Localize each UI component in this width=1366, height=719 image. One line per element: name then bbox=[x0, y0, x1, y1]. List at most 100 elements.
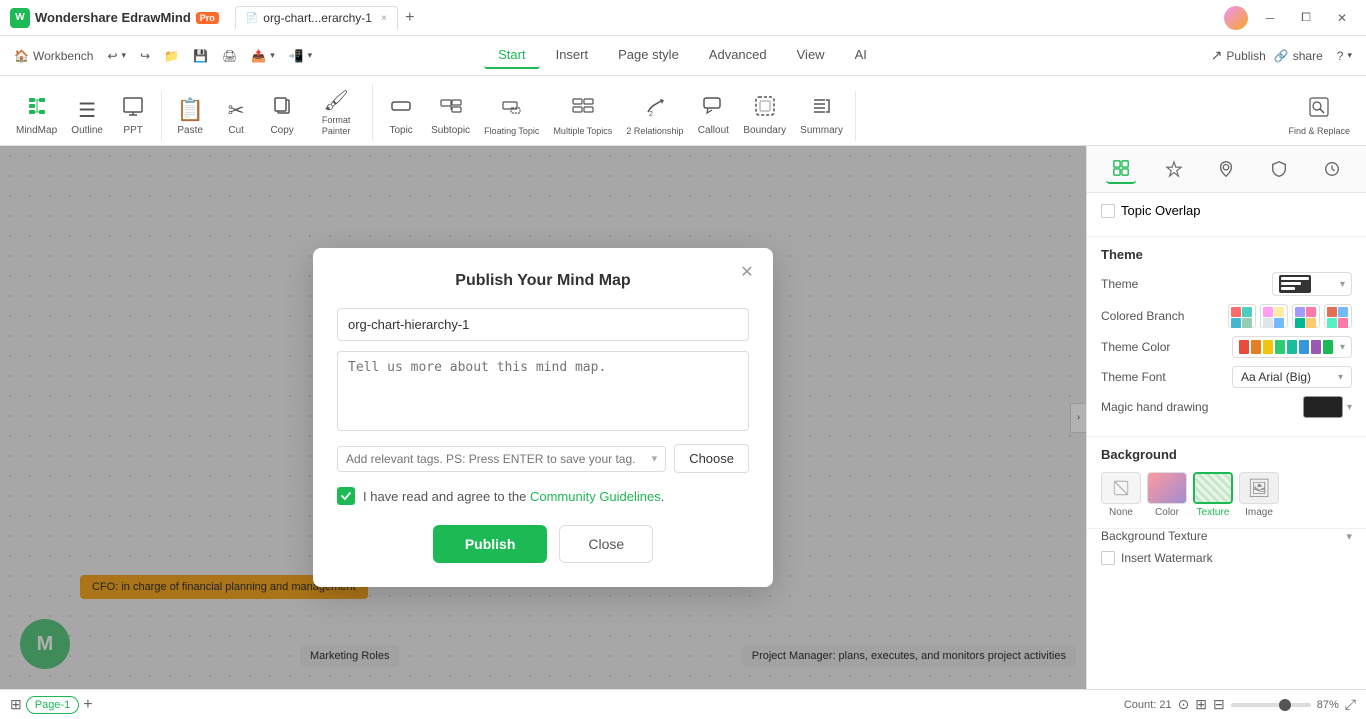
publish-top-button[interactable]: ↗ Publish bbox=[1211, 47, 1266, 64]
redo-button[interactable]: ↪ bbox=[134, 46, 156, 66]
ribbon-floating-topic[interactable]: Floating Topic bbox=[478, 92, 545, 141]
topic-icon bbox=[390, 95, 412, 123]
bg-none-box[interactable] bbox=[1101, 472, 1141, 504]
page-tab[interactable]: Page-1 bbox=[26, 696, 79, 714]
bg-image-label: Image bbox=[1245, 507, 1273, 518]
modal-actions: Publish Close bbox=[337, 525, 749, 563]
agree-checkbox[interactable] bbox=[337, 487, 355, 505]
watermark-checkbox[interactable] bbox=[1101, 551, 1115, 565]
theme-color-row: Theme Color ▾ bbox=[1101, 336, 1352, 358]
bg-image-box[interactable]: 🖼 bbox=[1239, 472, 1279, 504]
fullscreen-icon[interactable]: ⊟ bbox=[1213, 696, 1225, 713]
tc-3 bbox=[1263, 340, 1273, 354]
workbench-label: Workbench bbox=[33, 49, 93, 63]
relationship-label: 2 Relationship bbox=[626, 126, 683, 137]
add-tab-button[interactable]: + bbox=[398, 6, 422, 30]
bg-option-texture[interactable]: Texture bbox=[1193, 472, 1233, 518]
tags-input[interactable] bbox=[346, 452, 652, 466]
color-option-1[interactable] bbox=[1228, 304, 1256, 328]
ribbon-callout[interactable]: Callout bbox=[691, 91, 735, 141]
undo-button[interactable]: ↩ ▾ bbox=[101, 46, 132, 66]
zoom-thumb[interactable] bbox=[1279, 699, 1291, 711]
tab-view[interactable]: View bbox=[783, 42, 839, 69]
redo-icon: ↪ bbox=[140, 49, 150, 63]
ribbon-find-replace[interactable]: Find & Replace bbox=[1282, 92, 1356, 141]
fit-icon[interactable]: ⊙ bbox=[1178, 696, 1190, 713]
ribbon-topic[interactable]: Topic bbox=[379, 91, 423, 141]
bg-option-none[interactable]: None bbox=[1101, 472, 1141, 518]
close-button[interactable]: ✕ bbox=[1328, 4, 1356, 32]
ribbon-cut[interactable]: ✂ Cut bbox=[214, 94, 258, 141]
close-tab-icon[interactable]: × bbox=[381, 13, 387, 24]
publish-top-label: Publish bbox=[1226, 49, 1265, 63]
tab-start[interactable]: Start bbox=[484, 42, 539, 69]
share-toolbar-button[interactable]: 📲 ▾ bbox=[283, 46, 318, 66]
help-button[interactable]: ? ▾ bbox=[1331, 46, 1358, 66]
page-nav: ⊞ Page-1 + bbox=[10, 696, 93, 714]
theme-select[interactable]: ▾ bbox=[1272, 272, 1352, 296]
close-modal-button[interactable]: Close bbox=[559, 525, 653, 563]
panel-icon-clock[interactable] bbox=[1317, 154, 1347, 184]
zoom-slider[interactable] bbox=[1231, 703, 1311, 707]
ribbon-subtopic[interactable]: Subtopic bbox=[425, 91, 476, 141]
texture-label: Background Texture bbox=[1101, 529, 1208, 543]
color-option-3[interactable] bbox=[1292, 304, 1320, 328]
magic-hand-arrow[interactable]: ▾ bbox=[1347, 402, 1352, 413]
ribbon-multiple-topics[interactable]: Multiple Topics bbox=[547, 92, 618, 141]
panel-icon-star[interactable] bbox=[1159, 154, 1189, 184]
maximize-button[interactable]: ⧠ bbox=[1292, 4, 1320, 32]
status-bar: ⊞ Page-1 + Count: 21 ⊙ ⊞ ⊟ 87% ⤢ bbox=[0, 689, 1366, 719]
ribbon-paste[interactable]: 📋 Paste bbox=[168, 93, 212, 141]
color-option-4[interactable] bbox=[1324, 304, 1352, 328]
tags-input-wrap[interactable]: ▾ bbox=[337, 446, 666, 472]
avatar bbox=[1224, 6, 1248, 30]
minimize-button[interactable]: ─ bbox=[1256, 4, 1284, 32]
texture-arrow[interactable]: ▾ bbox=[1346, 530, 1352, 543]
theme-color-select[interactable]: ▾ bbox=[1232, 336, 1352, 358]
color-option-2[interactable] bbox=[1260, 304, 1288, 328]
save-button[interactable]: 💾 bbox=[187, 46, 214, 66]
bg-option-color[interactable]: Color bbox=[1147, 472, 1187, 518]
file-button[interactable]: 📁 bbox=[158, 46, 185, 66]
grid-view-icon[interactable]: ⊞ bbox=[1195, 696, 1207, 713]
modal-name-input[interactable] bbox=[337, 308, 749, 341]
layout-icon[interactable]: ⊞ bbox=[10, 696, 22, 713]
ribbon-mindmap[interactable]: MindMap bbox=[10, 91, 63, 141]
print-button[interactable]: 🖨 bbox=[216, 46, 243, 66]
canvas-area[interactable]: CFO: in charge of financial planning and… bbox=[0, 146, 1086, 689]
share-top-button[interactable]: 🔗 share bbox=[1274, 49, 1323, 63]
ribbon-format-painter[interactable]: 🖌 Format Painter bbox=[306, 84, 366, 141]
ribbon-relationship[interactable]: 2 2 Relationship bbox=[620, 92, 689, 141]
modal-description-textarea[interactable] bbox=[337, 351, 749, 431]
topic-overlap-checkbox[interactable] bbox=[1101, 204, 1115, 218]
tab-advanced[interactable]: Advanced bbox=[695, 42, 781, 69]
active-tab[interactable]: 📄 org-chart...erarchy-1 × bbox=[235, 6, 398, 29]
ribbon-ppt[interactable]: PPT bbox=[111, 91, 155, 141]
ribbon-boundary[interactable]: Boundary bbox=[737, 91, 792, 141]
bg-option-image[interactable]: 🖼 Image bbox=[1239, 472, 1279, 518]
ribbon-outline[interactable]: ☰ Outline bbox=[65, 94, 109, 141]
bg-color-box[interactable] bbox=[1147, 472, 1187, 504]
tab-ai[interactable]: AI bbox=[841, 42, 881, 69]
publish-modal-button[interactable]: Publish bbox=[433, 525, 548, 563]
panel-icon-shield[interactable] bbox=[1264, 154, 1294, 184]
add-page-button[interactable]: + bbox=[83, 696, 92, 714]
community-guidelines-link[interactable]: Community Guidelines bbox=[530, 489, 661, 504]
panel-icon-layout[interactable] bbox=[1106, 154, 1136, 184]
theme-font-select[interactable]: Aa Arial (Big) ▾ bbox=[1232, 366, 1352, 388]
workbench-button[interactable]: 🏠 Workbench bbox=[8, 46, 99, 66]
ribbon-copy[interactable]: Copy bbox=[260, 91, 304, 141]
fullscreen-expand-icon[interactable]: ⤢ bbox=[1345, 696, 1356, 713]
choose-button[interactable]: Choose bbox=[674, 444, 749, 473]
bg-texture-box[interactable] bbox=[1193, 472, 1233, 504]
callout-icon bbox=[702, 95, 724, 123]
export-button[interactable]: 📤 ▾ bbox=[245, 46, 280, 66]
panel-icon-location[interactable] bbox=[1211, 154, 1241, 184]
modal-agree-row: I have read and agree to the Community G… bbox=[337, 487, 749, 505]
modal-close-button[interactable]: ✕ bbox=[735, 260, 759, 284]
magic-hand-color[interactable] bbox=[1303, 396, 1343, 418]
tab-page-style[interactable]: Page style bbox=[604, 42, 693, 69]
color-dot-b4 bbox=[1274, 318, 1284, 328]
ribbon-summary[interactable]: Summary bbox=[794, 91, 849, 141]
tab-insert[interactable]: Insert bbox=[542, 42, 603, 69]
